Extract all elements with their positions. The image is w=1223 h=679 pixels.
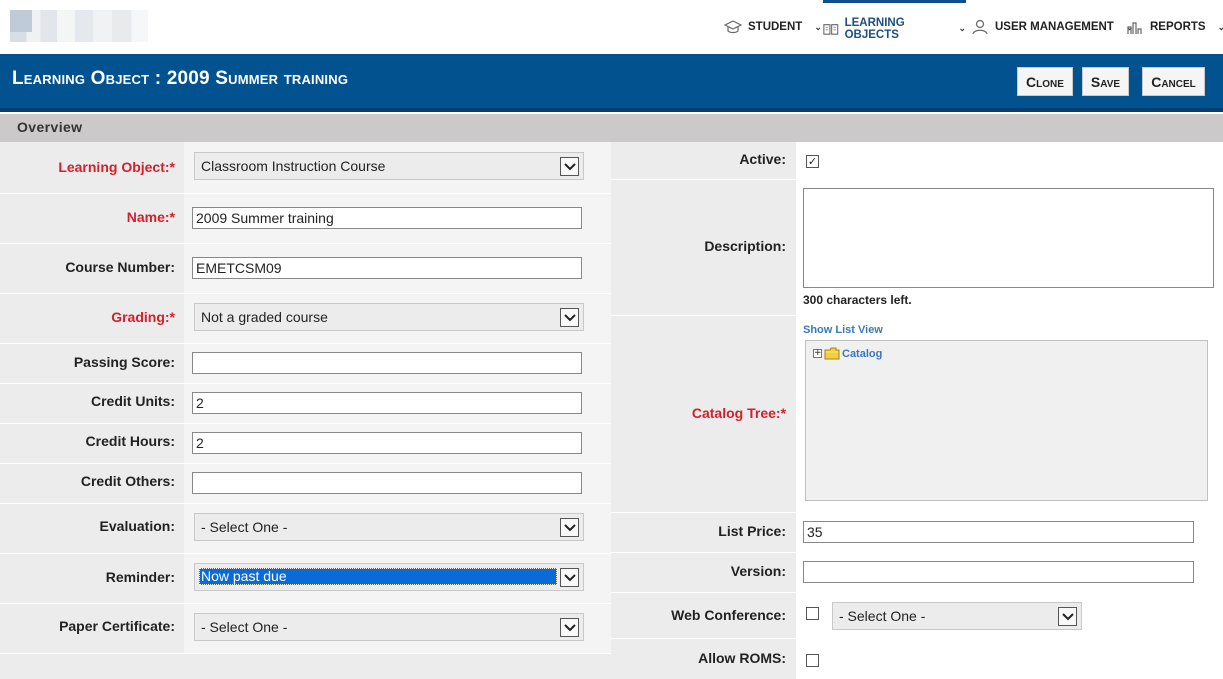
grading-select[interactable]: Not a graded course [194,303,584,331]
web-conference-checkbox[interactable] [806,607,819,620]
chevron-down-icon[interactable] [1058,607,1077,626]
nav-label: USER MANAGEMENT [995,21,1114,33]
passing-score-label: Passing Score: [73,354,175,370]
chevron-down-icon[interactable] [560,308,579,327]
select-value: - Select One - [839,608,926,624]
chevron-down-icon[interactable]: ⌄ [814,22,822,33]
catalog-tree-box: + Catalog [805,340,1208,501]
web-conference-label: Web Conference: [671,607,786,623]
characters-left-text: 300 characters left. [803,293,912,307]
save-button[interactable]: Save [1082,67,1129,96]
list-price-label: List Price: [718,523,786,539]
clone-button[interactable]: Clone [1017,67,1073,96]
chevron-down-icon[interactable]: ⌄ [958,23,966,34]
select-value: Not a graded course [201,309,328,325]
chevron-down-icon[interactable] [560,157,579,176]
chevron-down-icon[interactable]: ⌄ [1218,22,1223,33]
allow-roms-label: Allow ROMS: [698,650,786,666]
company-logo [10,10,148,42]
paper-certificate-select[interactable]: - Select One - [194,613,584,641]
nav-label: LEARNING OBJECTS [844,16,905,41]
description-textarea[interactable] [803,188,1214,288]
name-input[interactable]: 2009 Summer training [192,207,582,229]
credit-units-input[interactable]: 2 [192,392,582,414]
show-list-view-link[interactable]: Show List View [803,324,883,336]
passing-score-input[interactable] [192,352,582,374]
reminder-label: Reminder: [105,569,175,585]
allow-roms-checkbox[interactable] [806,654,819,667]
nav-label: REPORTS [1150,21,1206,33]
folder-icon [824,347,840,360]
evaluation-select[interactable]: - Select One - [194,513,584,541]
grading-label: Grading:* [111,309,175,325]
user-icon [972,19,988,35]
checkmark-icon: ✓ [807,155,818,168]
page-title: Learning Object : 2009 Summer training [12,68,349,89]
course-number-label: Course Number: [65,259,175,275]
nav-item-student[interactable]: STUDENT ⌄ [724,0,822,54]
chevron-down-icon[interactable] [560,518,579,537]
name-label: Name:* [126,209,175,225]
nav-item-user-management[interactable]: USER MANAGEMENT ⌄ [971,0,1133,54]
chevron-down-icon[interactable] [560,618,579,637]
credit-hours-input[interactable]: 2 [192,432,582,454]
label-cell [0,654,611,679]
select-value: - Select One - [201,619,288,635]
credit-others-label: Credit Others: [80,473,175,489]
reminder-select[interactable]: Now past due [194,563,584,591]
nav-label: STUDENT [748,21,803,33]
version-input[interactable] [803,561,1194,583]
expand-plus-icon[interactable]: + [813,349,822,358]
nav-item-learning-objects[interactable]: LEARNING OBJECTS ⌄ [823,0,966,54]
tree-node-label[interactable]: Catalog [842,348,882,360]
evaluation-label: Evaluation: [99,518,175,534]
active-label: Active: [739,151,786,167]
catalog-tree-label: Catalog Tree:* [691,405,786,421]
value-cell [796,639,1223,679]
active-checkbox[interactable]: ✓ [806,155,819,168]
web-conference-select[interactable]: - Select One - [832,602,1082,630]
book-icon [823,23,839,35]
credit-hours-label: Credit Hours: [85,433,175,449]
section-header-overview: Overview [0,114,1223,142]
bar-chart-icon [1127,22,1142,34]
cancel-button[interactable]: Cancel [1142,67,1205,96]
tree-node-catalog[interactable]: + Catalog [813,347,882,360]
select-value: Classroom Instruction Course [201,158,386,174]
page-header: Learning Object : 2009 Summer training C… [0,54,1223,112]
select-value: Now past due [199,568,557,585]
select-value: - Select One - [201,519,288,535]
chevron-down-icon[interactable] [560,568,579,587]
nav-item-reports[interactable]: REPORTS ⌄ [1126,0,1223,54]
list-price-input[interactable]: 35 [803,521,1194,543]
graduation-cap-icon [724,20,742,34]
credit-units-label: Credit Units: [91,393,175,409]
description-label: Description: [704,238,786,254]
value-cell [796,142,1223,179]
learning-object-label: Learning Object:* [58,159,175,175]
learning-object-select[interactable]: Classroom Instruction Course [194,152,584,180]
version-label: Version: [730,563,786,579]
course-number-input[interactable]: EMETCSM09 [192,257,582,279]
paper-certificate-label: Paper Certificate: [59,618,175,634]
top-navigation: STUDENT ⌄ LEARNING OBJECTS ⌄ USER MANAGE… [0,0,1223,54]
credit-others-input[interactable] [192,472,582,494]
